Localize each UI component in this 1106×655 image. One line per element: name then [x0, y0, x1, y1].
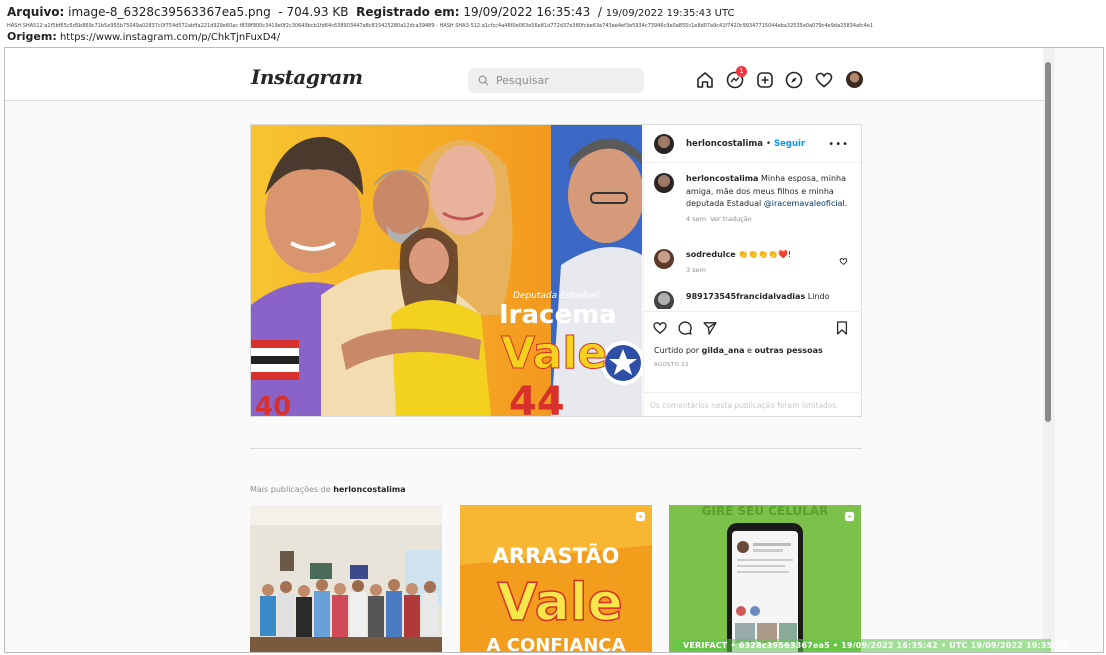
comments-limited-notice: Os comentários nesta publicação foram li… — [644, 392, 862, 417]
more-options-icon[interactable]: ••• — [828, 139, 849, 150]
thumb3-banner: GIRE SEU CELULAR — [702, 505, 829, 518]
image-big-name: Iracema — [499, 300, 617, 330]
campaign-graphic: ARRASTÃO Vale A CONFIANÇA — [460, 505, 652, 653]
chevron-down-icon[interactable] — [327, 72, 335, 80]
more-posts-prefix: Mais publicações de — [250, 485, 331, 494]
rotate-phone-graphic: GIRE SEU CELULAR — [669, 505, 861, 652]
liked-prefix: Curtido por — [654, 346, 700, 355]
caption-username[interactable]: herloncostalima — [686, 174, 758, 183]
thumb2-line2: Vale — [497, 573, 623, 633]
origin-line: Origem: https://www.instagram.com/p/ChkT… — [7, 30, 1099, 45]
post-card: Deputada Estadual Iracema Vale 44 40 her… — [250, 124, 862, 417]
section-divider — [250, 448, 862, 449]
image-number-left: 40 — [255, 392, 291, 416]
reel-icon — [844, 511, 855, 522]
campaign-photo: Deputada Estadual Iracema Vale 44 40 — [251, 125, 642, 416]
share-icon[interactable] — [702, 320, 718, 336]
comment-item: sodredulce 👏👏👏👏❤️! 3 sem — [654, 249, 854, 276]
commenter-avatar[interactable] — [654, 249, 674, 269]
scrollbar-thumb[interactable] — [1045, 62, 1051, 422]
author-username[interactable]: herloncostalima — [686, 139, 763, 149]
caption-avatar[interactable] — [654, 173, 674, 193]
follow-button[interactable]: Seguir — [774, 139, 805, 149]
post-date[interactable]: AGOSTO 22 — [654, 362, 689, 368]
like-comment-icon[interactable] — [839, 257, 848, 266]
home-icon[interactable] — [695, 70, 715, 90]
instagram-top-nav: Instagram Pesquisar 1 — [5, 48, 1043, 101]
new-post-icon[interactable] — [755, 70, 775, 90]
capture-file-line: Arquivo: image-8_6328c39563367ea5.png - … — [7, 4, 1099, 22]
comment-icon[interactable] — [677, 320, 693, 336]
group-photo — [250, 505, 442, 652]
post-actions: Curtido por gilda_ana e outras pessoas A… — [644, 311, 862, 416]
thumb2-line1: ARRASTÃO — [493, 543, 620, 568]
instagram-logo[interactable]: Instagram — [251, 65, 363, 89]
search-placeholder: Pesquisar — [496, 74, 549, 87]
like-icon[interactable] — [652, 320, 668, 336]
post-header: herloncostalima • Seguir ••• — [644, 125, 861, 163]
notification-badge: 1 — [736, 66, 747, 77]
translate-link[interactable]: Ver tradução — [710, 215, 752, 223]
caption-time[interactable]: 4 sem — [686, 215, 706, 223]
image-number-right: 44 — [509, 379, 565, 416]
verifact-watermark: VERIFACT • 6328c39563367ea5 • 19/09/2022… — [673, 639, 1067, 652]
file-name: image-8_6328c39563367ea5.png — [68, 5, 271, 19]
liked-others[interactable]: outras pessoas — [754, 346, 822, 355]
comment-username[interactable]: 989173545francidalvadias — [686, 292, 805, 301]
comment-text: 👏👏👏👏❤️! — [738, 250, 792, 259]
registered-sep: / — [597, 5, 602, 19]
separator-dot: • — [765, 138, 771, 149]
post-sidebar: herloncostalima • Seguir ••• herloncosta… — [643, 125, 862, 416]
registered-utc: 19/09/2022 19:35:43 UTC — [605, 8, 735, 19]
comment-item: 989173545francidalvadias Lindo — [654, 291, 854, 309]
file-size: - 704.93 KB — [278, 5, 349, 19]
thumbnail-post-1[interactable] — [250, 505, 442, 652]
origin-label: Origem: — [7, 30, 57, 43]
thumbnail-post-3[interactable]: GIRE SEU CELULAR — [669, 505, 861, 652]
liked-mid: e — [747, 346, 752, 355]
caption: herloncostalima Minha esposa, minha amig… — [654, 173, 854, 225]
registered-label: Registrado em: — [356, 5, 460, 19]
comment-time[interactable]: 3 sem — [686, 266, 706, 274]
profile-avatar[interactable] — [846, 71, 863, 88]
hash-line: HASH SHA512:a1f5bf65c5d5b869c71b5e955b75… — [7, 23, 874, 29]
search-input[interactable]: Pesquisar — [468, 68, 644, 93]
post-image[interactable]: Deputada Estadual Iracema Vale 44 40 — [251, 125, 642, 416]
more-posts-heading: Mais publicações de herloncostalima — [250, 485, 406, 494]
liked-user[interactable]: gilda_ana — [702, 346, 745, 355]
origin-url: https://www.instagram.com/p/ChkTjnFuxD4/ — [59, 32, 281, 43]
comment-text: Lindo — [807, 292, 830, 301]
more-posts-user[interactable]: herloncostalima — [333, 485, 405, 494]
liked-by-text: Curtido por gilda_ana e outras pessoas — [654, 346, 823, 355]
thumb2-line3: A CONFIANÇA — [487, 635, 626, 653]
registered-local: 19/09/2022 16:35:43 — [463, 5, 591, 19]
file-label: Arquivo: — [7, 5, 65, 19]
heart-icon[interactable] — [814, 70, 834, 90]
author-avatar[interactable] — [654, 133, 674, 154]
save-icon[interactable] — [834, 320, 850, 336]
screenshot-frame: Instagram Pesquisar 1 Deputada Estadual … — [4, 47, 1104, 653]
thumbnail-post-2[interactable]: ARRASTÃO Vale A CONFIANÇA — [460, 505, 652, 653]
commenter-avatar[interactable] — [654, 291, 674, 309]
caption-mention[interactable]: @iracemavaleoficial — [764, 199, 845, 208]
image-big-surname: Vale — [501, 328, 607, 379]
reel-icon — [635, 511, 646, 522]
search-icon — [478, 75, 489, 86]
explore-icon[interactable] — [784, 70, 804, 90]
caption-after: . — [844, 199, 848, 208]
comment-username[interactable]: sodredulce — [686, 250, 736, 259]
capture-header: Arquivo: image-8_6328c39563367ea5.png - … — [0, 0, 1106, 50]
